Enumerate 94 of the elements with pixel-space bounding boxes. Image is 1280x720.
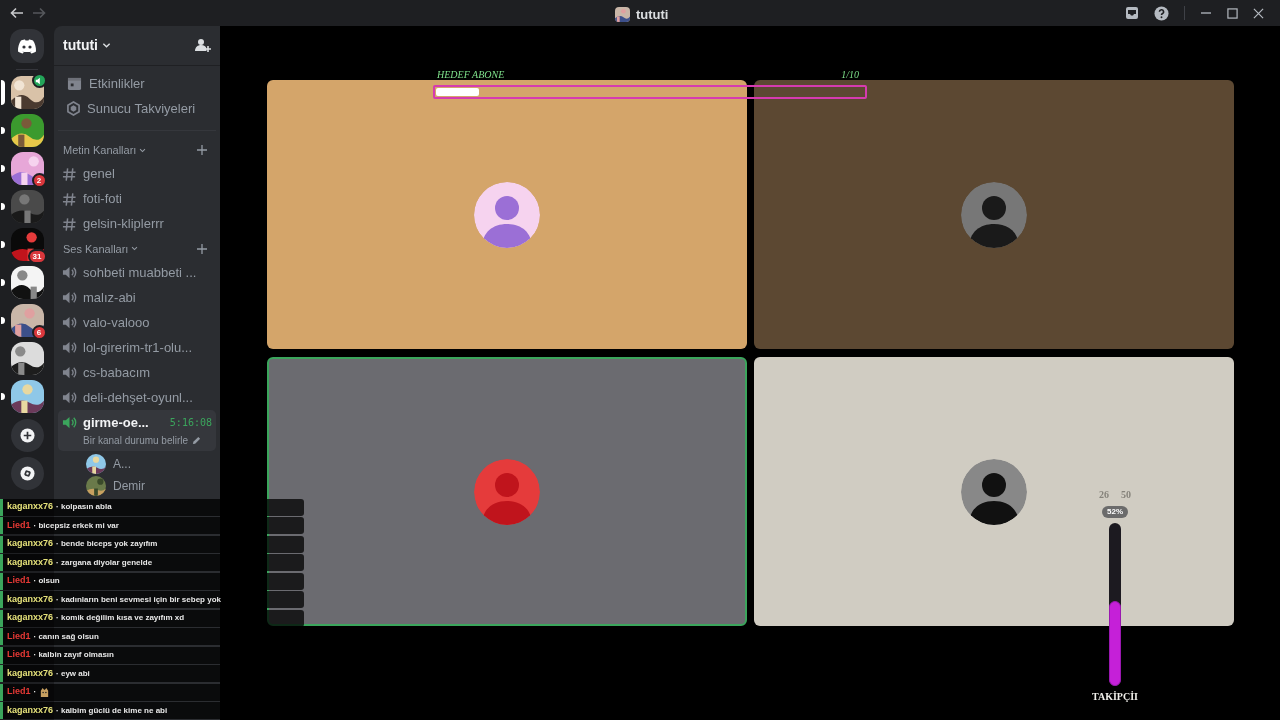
chat-username: Lied1 <box>7 518 31 532</box>
goal-count: 1/10 <box>841 68 859 82</box>
channel-item[interactable]: cs-babacım <box>58 360 216 385</box>
calendar-icon <box>67 76 82 91</box>
chat-username: kaganxx76 <box>7 592 54 606</box>
meter-target: 50 <box>1121 488 1131 502</box>
video-tile[interactable] <box>754 80 1234 349</box>
maximize-icon[interactable] <box>1227 7 1238 19</box>
plus-icon <box>19 428 35 443</box>
goal-title: HEDEF ABONE <box>437 68 505 82</box>
hash-icon <box>62 166 77 182</box>
category-header[interactable]: Metin Kanalları <box>63 142 137 159</box>
speaker-icon <box>62 415 77 431</box>
speaker-icon <box>62 365 77 380</box>
chat-text: · zargana diyolar genelde <box>56 556 153 569</box>
chat-text: · bicepsiz erkek mi var <box>33 519 119 532</box>
meter-label: TAKİPÇİI <box>1092 690 1138 704</box>
chat-text: · komik değilim kısa ve zayıfım xd <box>56 612 185 624</box>
channel-item[interactable]: girme-oe... 5:16:08 Bir kanal durumu belirle <box>58 410 216 451</box>
chat-username: kaganxx76 <box>7 500 54 514</box>
chat-text: · kadınların beni sevmesi için bir sebep yok <box>56 593 221 606</box>
pencil-icon[interactable] <box>192 435 202 445</box>
channel-item[interactable]: lol-girerim-tr1-olu... <box>58 335 216 360</box>
member-name[interactable]: Demir <box>113 476 145 495</box>
channel-name: deli-dehşet-oyunl... <box>83 388 193 407</box>
plus-icon[interactable] <box>197 145 207 156</box>
channel-name: foti-foti <box>83 190 122 209</box>
channel-name: sohbeti muabbeti ... <box>83 263 197 282</box>
hash-icon <box>62 191 77 207</box>
video-tile[interactable] <box>267 80 747 349</box>
channel-status[interactable]: Bir kanal durumu belirle <box>83 432 189 448</box>
home-button[interactable] <box>10 29 44 63</box>
plus-icon[interactable] <box>197 243 207 254</box>
chat-text: · kalbim güclü de kime ne abi <box>56 704 168 717</box>
chat-text: · eyw abi <box>56 667 90 680</box>
chat-text: · bende biceps yok zayıfım <box>56 538 158 550</box>
chat-text: · kalbin zayıf olmasın <box>33 649 114 661</box>
chat-text: · olsun <box>33 575 60 587</box>
speaker-icon <box>62 290 77 305</box>
menu-link[interactable]: Sunucu Takviyeleri <box>87 98 196 119</box>
hash-icon <box>62 216 77 232</box>
chat-username: kaganxx76 <box>7 703 54 717</box>
close-icon[interactable] <box>1253 7 1264 19</box>
category-header[interactable]: Ses Kanalları <box>63 240 129 257</box>
gem-icon <box>67 101 80 116</box>
chevron-down-icon[interactable] <box>139 146 147 154</box>
menu-link[interactable]: Etkinlikler <box>89 73 145 94</box>
channel-item[interactable]: gelsin-kliplerrr <box>58 211 216 237</box>
chat-username: kaganxx76 <box>7 537 54 551</box>
help-icon[interactable] <box>1154 5 1169 21</box>
speaker-icon <box>62 315 77 330</box>
inbox-icon[interactable] <box>1125 6 1139 20</box>
speaker-icon <box>62 340 77 355</box>
add-server-button[interactable] <box>10 419 44 452</box>
channel-item[interactable]: valo-valooo <box>58 310 216 335</box>
channel-item[interactable]: foti-foti <box>58 186 216 212</box>
chat-username: Lied1 <box>7 685 31 699</box>
speaker-icon <box>62 390 77 405</box>
member-name[interactable]: A... <box>113 454 131 473</box>
video-tile[interactable] <box>754 357 1234 626</box>
channel-name: gelsin-kliplerrr <box>83 215 164 234</box>
server-name[interactable]: tututi <box>63 35 98 56</box>
speaker-icon <box>62 265 77 280</box>
channel-item[interactable]: malız-abi <box>58 285 216 310</box>
chat-text: · canın sağ olsun <box>33 630 99 643</box>
chevron-down-icon[interactable] <box>102 41 111 50</box>
chat-username: Lied1 <box>7 574 31 588</box>
chevron-down-icon[interactable] <box>131 245 139 253</box>
channel-item[interactable]: genel <box>58 161 216 187</box>
chat-username: Lied1 <box>7 648 31 662</box>
chat-username: Lied1 <box>7 629 31 643</box>
channel-name: lol-girerim-tr1-olu... <box>83 338 193 357</box>
channel-item[interactable]: sohbeti muabbeti ... <box>58 260 216 285</box>
back-icon[interactable] <box>10 6 24 20</box>
channel-name: valo-valooo <box>83 313 150 332</box>
meter-current: 26 <box>1099 488 1109 502</box>
channel-item[interactable]: deli-dehşet-oyunl... <box>58 385 216 410</box>
window-title: tututi <box>636 6 669 24</box>
channel-name: cs-babacım <box>83 363 151 382</box>
chat-text: · <box>33 686 37 698</box>
discover-button[interactable] <box>10 457 44 490</box>
compass-icon <box>19 466 35 481</box>
call-timer: 5:16:08 <box>169 416 212 431</box>
chat-username: kaganxx76 <box>7 611 54 625</box>
channel-name: girme-oe... <box>83 414 149 432</box>
controller-logo-icon <box>17 38 37 54</box>
chat-username: kaganxx76 <box>7 666 54 680</box>
cat-emote-icon <box>39 686 51 698</box>
channel-name: genel <box>83 165 115 184</box>
chat-text: · kolpasın abla <box>56 501 112 513</box>
chat-username: kaganxx76 <box>7 555 54 569</box>
add-member-icon[interactable] <box>195 38 211 53</box>
channel-name: malız-abi <box>83 288 136 307</box>
video-tile[interactable] <box>267 357 747 626</box>
